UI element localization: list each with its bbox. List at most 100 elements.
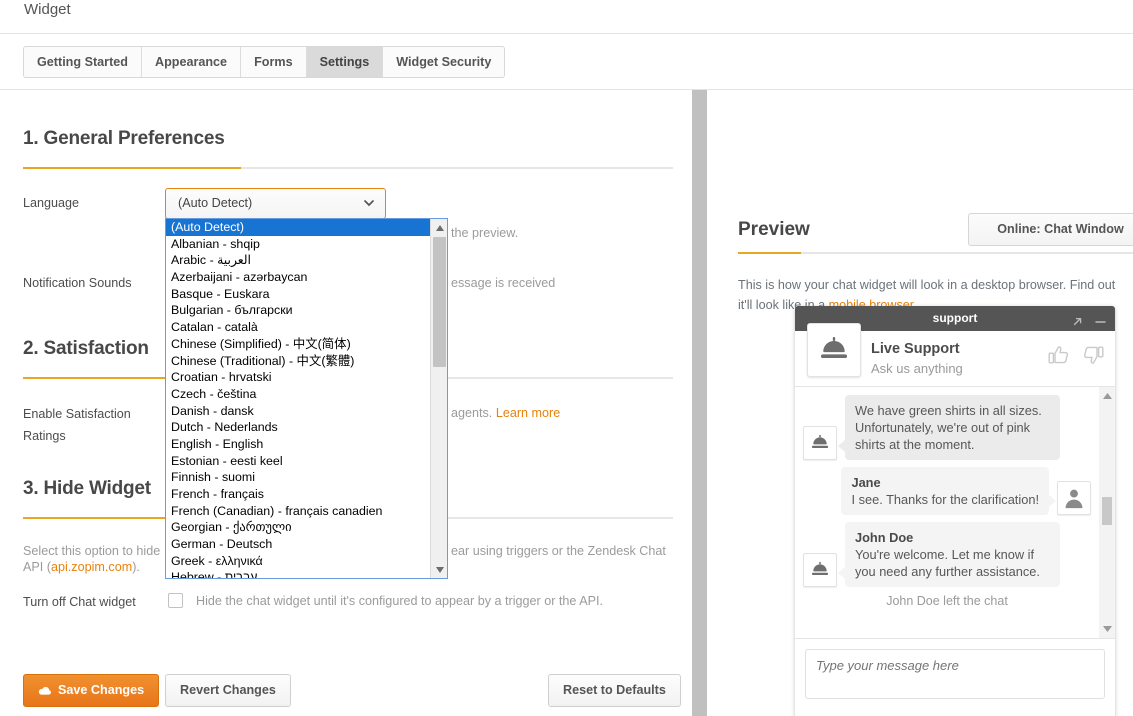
hide-widget-desc-line2: API (api.zopim.com). (23, 557, 140, 577)
top-header-bar: Widget (0, 0, 1133, 33)
preview-panel: Preview Online: Chat Window This is how … (707, 90, 1133, 716)
label-notification-sounds: Notification Sounds (23, 276, 132, 290)
preview-title: Preview (738, 219, 810, 240)
chat-message-row: We have green shirts in all sizes. Unfor… (795, 395, 1099, 460)
widget-scroll-up-icon[interactable] (1099, 389, 1115, 403)
language-option[interactable]: Hebrew - עברית (166, 569, 430, 578)
page-vertical-scrollbar[interactable] (692, 90, 707, 716)
thumbs-down-icon[interactable] (1082, 345, 1104, 370)
hide-widget-api-post: ). (132, 560, 140, 574)
scroll-down-arrow-icon[interactable] (431, 561, 447, 578)
chat-widget-preview: support Live Support Ask us anything We … (795, 306, 1115, 716)
dropdown-scrollbar[interactable] (430, 219, 447, 578)
chat-system-note: John Doe left the chat (886, 594, 1008, 608)
save-changes-button[interactable]: Save Changes (23, 674, 160, 708)
language-option[interactable]: (Auto Detect) (166, 219, 430, 236)
label-language: Language (23, 196, 80, 210)
tab-strip: Getting Started Appearance Forms Setting… (0, 34, 1133, 90)
language-select[interactable]: (Auto Detect) (165, 188, 386, 219)
widget-scroll-thumb[interactable] (1102, 497, 1112, 525)
online-chat-window-button[interactable]: Online: Chat Window (968, 213, 1133, 246)
language-option[interactable]: Bulgarian - български (166, 302, 430, 319)
language-option[interactable]: Czech - čeština (166, 386, 430, 403)
visitor-message-avatar (1057, 481, 1091, 515)
language-option[interactable]: Croatian - hrvatski (166, 369, 430, 386)
chat-message-bubble: We have green shirts in all sizes. Unfor… (838, 395, 1060, 460)
language-option[interactable]: Danish - dansk (166, 403, 430, 420)
language-option[interactable]: Catalan - català (166, 319, 430, 336)
language-dropdown-list[interactable]: (Auto Detect) Albanian - shqip Arabic - ال… (165, 218, 448, 579)
label-turn-off-chat-widget: Turn off Chat widget (23, 595, 136, 609)
tab-widget-security[interactable]: Widget Security (383, 47, 505, 77)
section-title-satisfaction: 2. Satisfaction (23, 338, 149, 359)
cloud-icon (38, 677, 52, 708)
chat-message-author: John Doe (855, 530, 914, 545)
language-option-list[interactable]: (Auto Detect) Albanian - shqip Arabic - ال… (166, 219, 430, 578)
agent-message-avatar (803, 426, 837, 460)
language-option[interactable]: Chinese (Simplified) - 中文(简体) (166, 336, 430, 353)
section-title-general-preferences: 1. General Preferences (23, 128, 225, 149)
dropdown-scroll-thumb[interactable] (433, 237, 446, 367)
popout-icon[interactable] (1071, 312, 1084, 326)
language-option[interactable]: Chinese (Traditional) - 中文(繁體) (166, 353, 430, 370)
minimize-icon[interactable] (1094, 312, 1107, 325)
scroll-up-arrow-icon[interactable] (431, 219, 447, 236)
api-zopim-link[interactable]: api.zopim.com (51, 560, 132, 574)
satisfaction-learn-more-link[interactable]: Learn more (496, 406, 560, 420)
widget-message-area: We have green shirts in all sizes. Unfor… (795, 387, 1115, 639)
chat-message-text: I see. Thanks for the clarification! (851, 492, 1039, 507)
language-select-value: (Auto Detect) (178, 196, 253, 210)
tab-forms[interactable]: Forms (241, 47, 307, 77)
chat-message-row: Jane I see. Thanks for the clarification! (795, 467, 1099, 515)
language-option[interactable]: German - Deutsch (166, 536, 430, 553)
language-option[interactable]: French (Canadian) - français canadien (166, 503, 430, 520)
widget-agent-title: Live Support (871, 341, 960, 357)
widget-titlebar-label: support (932, 311, 978, 325)
chevron-down-icon (364, 200, 374, 207)
language-option[interactable]: Estonian - eesti keel (166, 453, 430, 470)
turn-off-chat-widget-checkbox[interactable] (168, 593, 183, 608)
revert-changes-button[interactable]: Revert Changes (165, 674, 291, 707)
widget-titlebar-icons (1071, 306, 1107, 331)
language-option[interactable]: English - English (166, 436, 430, 453)
widget-compose-area (795, 639, 1115, 709)
chat-message-row: John Doe You're welcome. Let me know if y… (795, 522, 1099, 587)
tab-appearance[interactable]: Appearance (141, 47, 242, 77)
save-changes-label: Save Changes (58, 683, 145, 697)
preview-rule (738, 252, 1133, 254)
hide-widget-desc-tail: ear using triggers or the Zendesk Chat (451, 544, 666, 558)
label-enable-satisfaction-line2: Ratings (23, 429, 66, 443)
page-title: Widget (24, 1, 71, 18)
language-option[interactable]: Basque - Euskara (166, 286, 430, 303)
turn-off-chat-widget-help: Hide the chat widget until it's configur… (196, 594, 604, 608)
chat-message-author: Jane (851, 475, 881, 490)
satisfaction-help-text: agents. Learn more (451, 403, 560, 423)
language-option[interactable]: Dutch - Nederlands (166, 419, 430, 436)
chat-message-text: We have green shirts in all sizes. Unfor… (855, 403, 1042, 452)
widget-scroll-down-icon[interactable] (1099, 622, 1115, 636)
agent-avatar (807, 323, 861, 377)
tab-settings[interactable]: Settings (306, 47, 384, 77)
hide-widget-api-pre: API ( (23, 560, 51, 574)
widget-rating-controls (1048, 345, 1104, 370)
widget-scrollbar[interactable] (1099, 387, 1115, 638)
language-option[interactable]: Georgian - ქართული (166, 519, 430, 536)
language-option[interactable]: Finnish - suomi (166, 469, 430, 486)
language-option[interactable]: Arabic - العربية (166, 252, 430, 269)
widget-message-list: We have green shirts in all sizes. Unfor… (795, 387, 1099, 638)
tab-getting-started[interactable]: Getting Started (24, 47, 142, 77)
chat-message-text: You're welcome. Let me know if you need … (855, 547, 1040, 579)
language-option[interactable]: Azerbaijani - azərbaycan (166, 269, 430, 286)
language-option[interactable]: French - français (166, 486, 430, 503)
language-option[interactable]: Albanian - shqip (166, 236, 430, 253)
reset-to-defaults-button[interactable]: Reset to Defaults (548, 674, 681, 707)
label-enable-satisfaction-line1: Enable Satisfaction (23, 407, 131, 421)
preview-desc-line1: This is how your chat widget will look i… (738, 278, 1116, 292)
widget-header: Live Support Ask us anything (795, 323, 1115, 387)
message-input[interactable] (805, 649, 1105, 699)
chat-message-bubble: John Doe You're welcome. Let me know if y… (838, 522, 1060, 587)
thumbs-up-icon[interactable] (1048, 345, 1070, 370)
language-help-text: the preview. (451, 226, 519, 240)
language-option[interactable]: Greek - ελληνικά (166, 553, 430, 570)
satisfaction-help-tail: agents. (451, 406, 493, 420)
